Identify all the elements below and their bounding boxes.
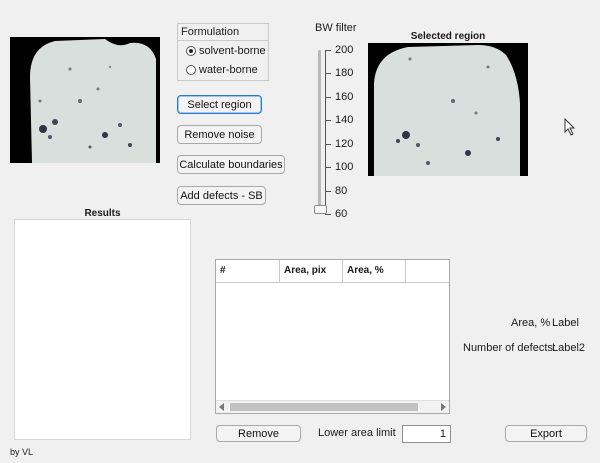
- calculate-boundaries-button[interactable]: Calculate boundaries: [177, 155, 285, 174]
- lower-area-limit-label: Lower area limit: [318, 427, 396, 439]
- slider-tick-label: 140: [335, 114, 354, 127]
- number-of-defects-value: Label2: [552, 342, 586, 354]
- slider-tick-label: 160: [335, 90, 354, 103]
- slider-tick-label: 120: [335, 137, 354, 150]
- column-header-index[interactable]: #: [216, 260, 280, 282]
- radio-water-borne[interactable]: water-borne: [186, 64, 258, 76]
- export-button[interactable]: Export: [505, 425, 587, 442]
- slider-tick-label: 100: [335, 161, 354, 174]
- slider-tick-mark: [325, 190, 331, 192]
- slider-tick-mark: [325, 167, 331, 169]
- defects-table[interactable]: # Area, pix Area, %: [215, 259, 450, 414]
- radio-solvent-borne[interactable]: solvent-borne: [186, 45, 266, 57]
- horizontal-scrollbar[interactable]: [216, 400, 449, 413]
- scroll-left-icon[interactable]: [219, 403, 224, 411]
- bw-filter-slider[interactable]: 200 180 160 140 120 100 80 60: [312, 44, 367, 220]
- column-header-area-percent[interactable]: Area, %: [343, 260, 406, 282]
- slider-tick-mark: [325, 73, 331, 75]
- add-defects-button[interactable]: Add defects - SB: [177, 186, 266, 205]
- original-image: [10, 37, 160, 163]
- slider-tick-mark: [325, 96, 331, 98]
- slider-track: [318, 50, 321, 214]
- radio-selected-icon: [186, 46, 196, 56]
- scroll-right-icon[interactable]: [441, 403, 446, 411]
- radio-solvent-borne-label: solvent-borne: [199, 45, 266, 57]
- sample-image-left: [30, 39, 156, 163]
- selected-region-image: [368, 43, 528, 176]
- number-of-defects-caption: Number of defects:: [463, 342, 556, 354]
- bw-filter-label: BW filter: [315, 22, 357, 34]
- formulation-group: Formulation solvent-borne water-borne: [177, 23, 269, 81]
- slider-tick-label: 180: [335, 67, 354, 80]
- sample-image-right: [374, 45, 520, 176]
- remove-button[interactable]: Remove: [216, 425, 301, 442]
- column-header-area-pix[interactable]: Area, pix: [280, 260, 343, 282]
- author-credit: by VL: [10, 447, 34, 457]
- remove-noise-button[interactable]: Remove noise: [177, 125, 262, 144]
- radio-unselected-icon: [186, 65, 196, 75]
- slider-tick-mark: [325, 50, 331, 51]
- slider-tick-mark: [325, 214, 331, 215]
- slider-tick-label: 60: [335, 208, 348, 220]
- area-percent-value: Label: [552, 317, 579, 329]
- slider-tick-mark: [325, 120, 331, 122]
- selected-region-title: Selected region: [410, 31, 486, 42]
- slider-tick-label: 80: [335, 184, 348, 197]
- scrollbar-thumb[interactable]: [230, 403, 418, 411]
- slider-thumb[interactable]: [314, 205, 327, 215]
- formulation-title: Formulation: [178, 24, 268, 41]
- select-region-button[interactable]: Select region: [177, 95, 262, 114]
- results-title: Results: [84, 208, 121, 219]
- lower-area-limit-input[interactable]: 1: [402, 425, 451, 443]
- radio-water-borne-label: water-borne: [199, 64, 258, 76]
- results-axes: [14, 219, 191, 440]
- slider-tick-mark: [325, 143, 331, 145]
- area-percent-caption: Area, %: [511, 317, 551, 329]
- table-header: # Area, pix Area, %: [216, 260, 449, 283]
- slider-ticks: [325, 50, 331, 214]
- slider-tick-label: 200: [335, 44, 354, 56]
- mouse-cursor-icon: [564, 118, 576, 136]
